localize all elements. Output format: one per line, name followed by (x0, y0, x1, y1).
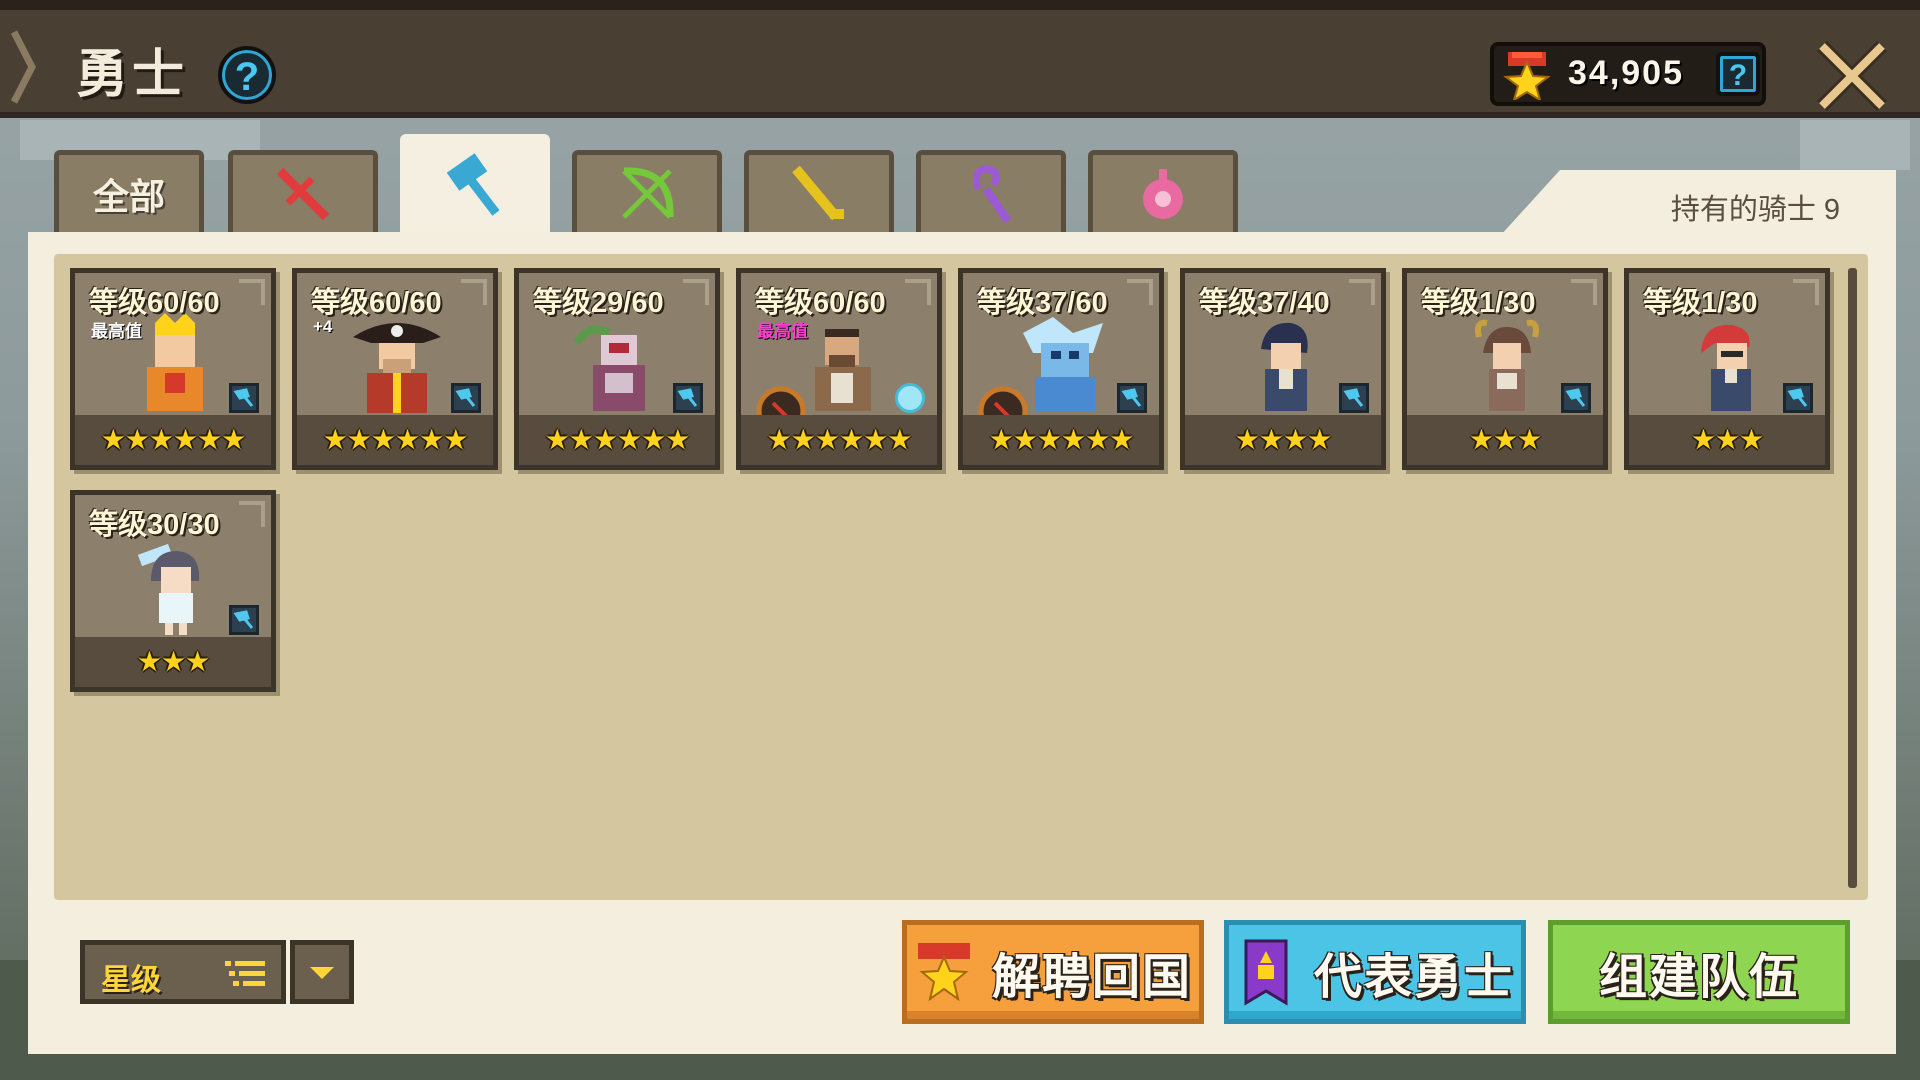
hammer-icon (446, 152, 500, 216)
knight-card[interactable]: 等级29/60 ★★★★★★ (514, 268, 720, 470)
page-title: 勇士 (76, 46, 189, 104)
tab-all[interactable]: 全部 (54, 150, 204, 232)
knight-card[interactable]: 等级60/60 +4 ★★★★★★ (292, 268, 498, 470)
staff-icon (972, 164, 1012, 223)
sort-select[interactable]: 星级 (80, 940, 286, 1004)
help-icon[interactable]: ? (218, 46, 276, 104)
back-chevron-icon[interactable] (10, 22, 40, 112)
bow-icon (622, 166, 674, 219)
hammer-class-icon (1783, 383, 1813, 413)
star-rating: ★★★★ (1185, 415, 1381, 465)
knight-card[interactable]: 等级60/60 最高值 ★★★★★★ (736, 268, 942, 470)
build-team-button[interactable]: 组建队伍 (1548, 920, 1850, 1024)
sort-dropdown-button[interactable] (290, 940, 354, 1004)
star-rating: ★★★★★★ (75, 415, 271, 465)
medal-icon (917, 943, 970, 1002)
hammer-class-icon (229, 383, 259, 413)
star-rating: ★★★ (1407, 415, 1603, 465)
representative-button[interactable]: 代表勇士 (1224, 920, 1526, 1024)
star-rating: ★★★★★★ (519, 415, 715, 465)
hero-portrait (353, 323, 441, 413)
knight-card[interactable]: 等级1/30 ★★★ (1624, 268, 1830, 470)
list-icon (225, 961, 265, 986)
medal-icon (1503, 52, 1551, 100)
star-rating: ★★★★★★ (963, 415, 1159, 465)
hammer-class-icon (451, 383, 481, 413)
sort-label: 星级 (101, 964, 161, 997)
hammer-class-icon (229, 605, 259, 635)
ice-element-icon (895, 383, 925, 413)
hammer-class-icon (1117, 383, 1147, 413)
star-rating: ★★★ (1629, 415, 1825, 465)
grid-scrollbar[interactable] (1848, 268, 1857, 888)
tab-hammer[interactable] (400, 134, 550, 236)
star-rating: ★★★★★★ (741, 415, 937, 465)
hero-portrait (137, 543, 200, 635)
owned-knights-count: 持有的骑士 9 (1670, 194, 1840, 226)
star-rating: ★★★★★★ (297, 415, 493, 465)
header-bar: 勇士 ? 34,905 ? (0, 0, 1920, 118)
medal-currency: 34,905 ? (1490, 42, 1766, 106)
tab-orb[interactable] (1088, 150, 1238, 232)
close-icon[interactable] (1812, 36, 1892, 116)
hammer-class-icon (673, 383, 703, 413)
knight-card[interactable]: 等级60/60 最高值 ★★★★★★ (70, 268, 276, 470)
hero-portrait (573, 325, 645, 411)
knight-card[interactable]: 等级30/30 ★★★ (70, 490, 276, 692)
tab-rifle[interactable] (744, 150, 894, 232)
tab-staff[interactable] (916, 150, 1066, 232)
sword-icon (276, 167, 330, 220)
currency-amount: 34,905 (1568, 54, 1684, 92)
hero-portrait (1261, 322, 1308, 411)
dismiss-button[interactable]: 解聘回国 (902, 920, 1204, 1024)
hammer-class-icon (1339, 383, 1369, 413)
hero-portrait (1475, 319, 1539, 411)
knight-card[interactable]: 等级1/30 ★★★ (1402, 268, 1608, 470)
star-rating: ★★★ (75, 637, 271, 687)
orb-icon (1143, 168, 1183, 219)
tab-sword[interactable] (228, 150, 378, 232)
tab-bow[interactable] (572, 150, 722, 232)
knight-card[interactable]: 等级37/60 ★★★★★★ (958, 268, 1164, 470)
knight-card[interactable]: 等级37/40 ★★★★ (1180, 268, 1386, 470)
chevron-down-icon (310, 967, 334, 979)
rifle-icon (792, 165, 844, 220)
hammer-class-icon (1561, 383, 1591, 413)
currency-help-icon[interactable]: ? (1716, 52, 1760, 96)
hero-portrait (1023, 317, 1103, 411)
banner-icon (1244, 939, 1288, 1006)
hero-portrait (1701, 324, 1751, 411)
